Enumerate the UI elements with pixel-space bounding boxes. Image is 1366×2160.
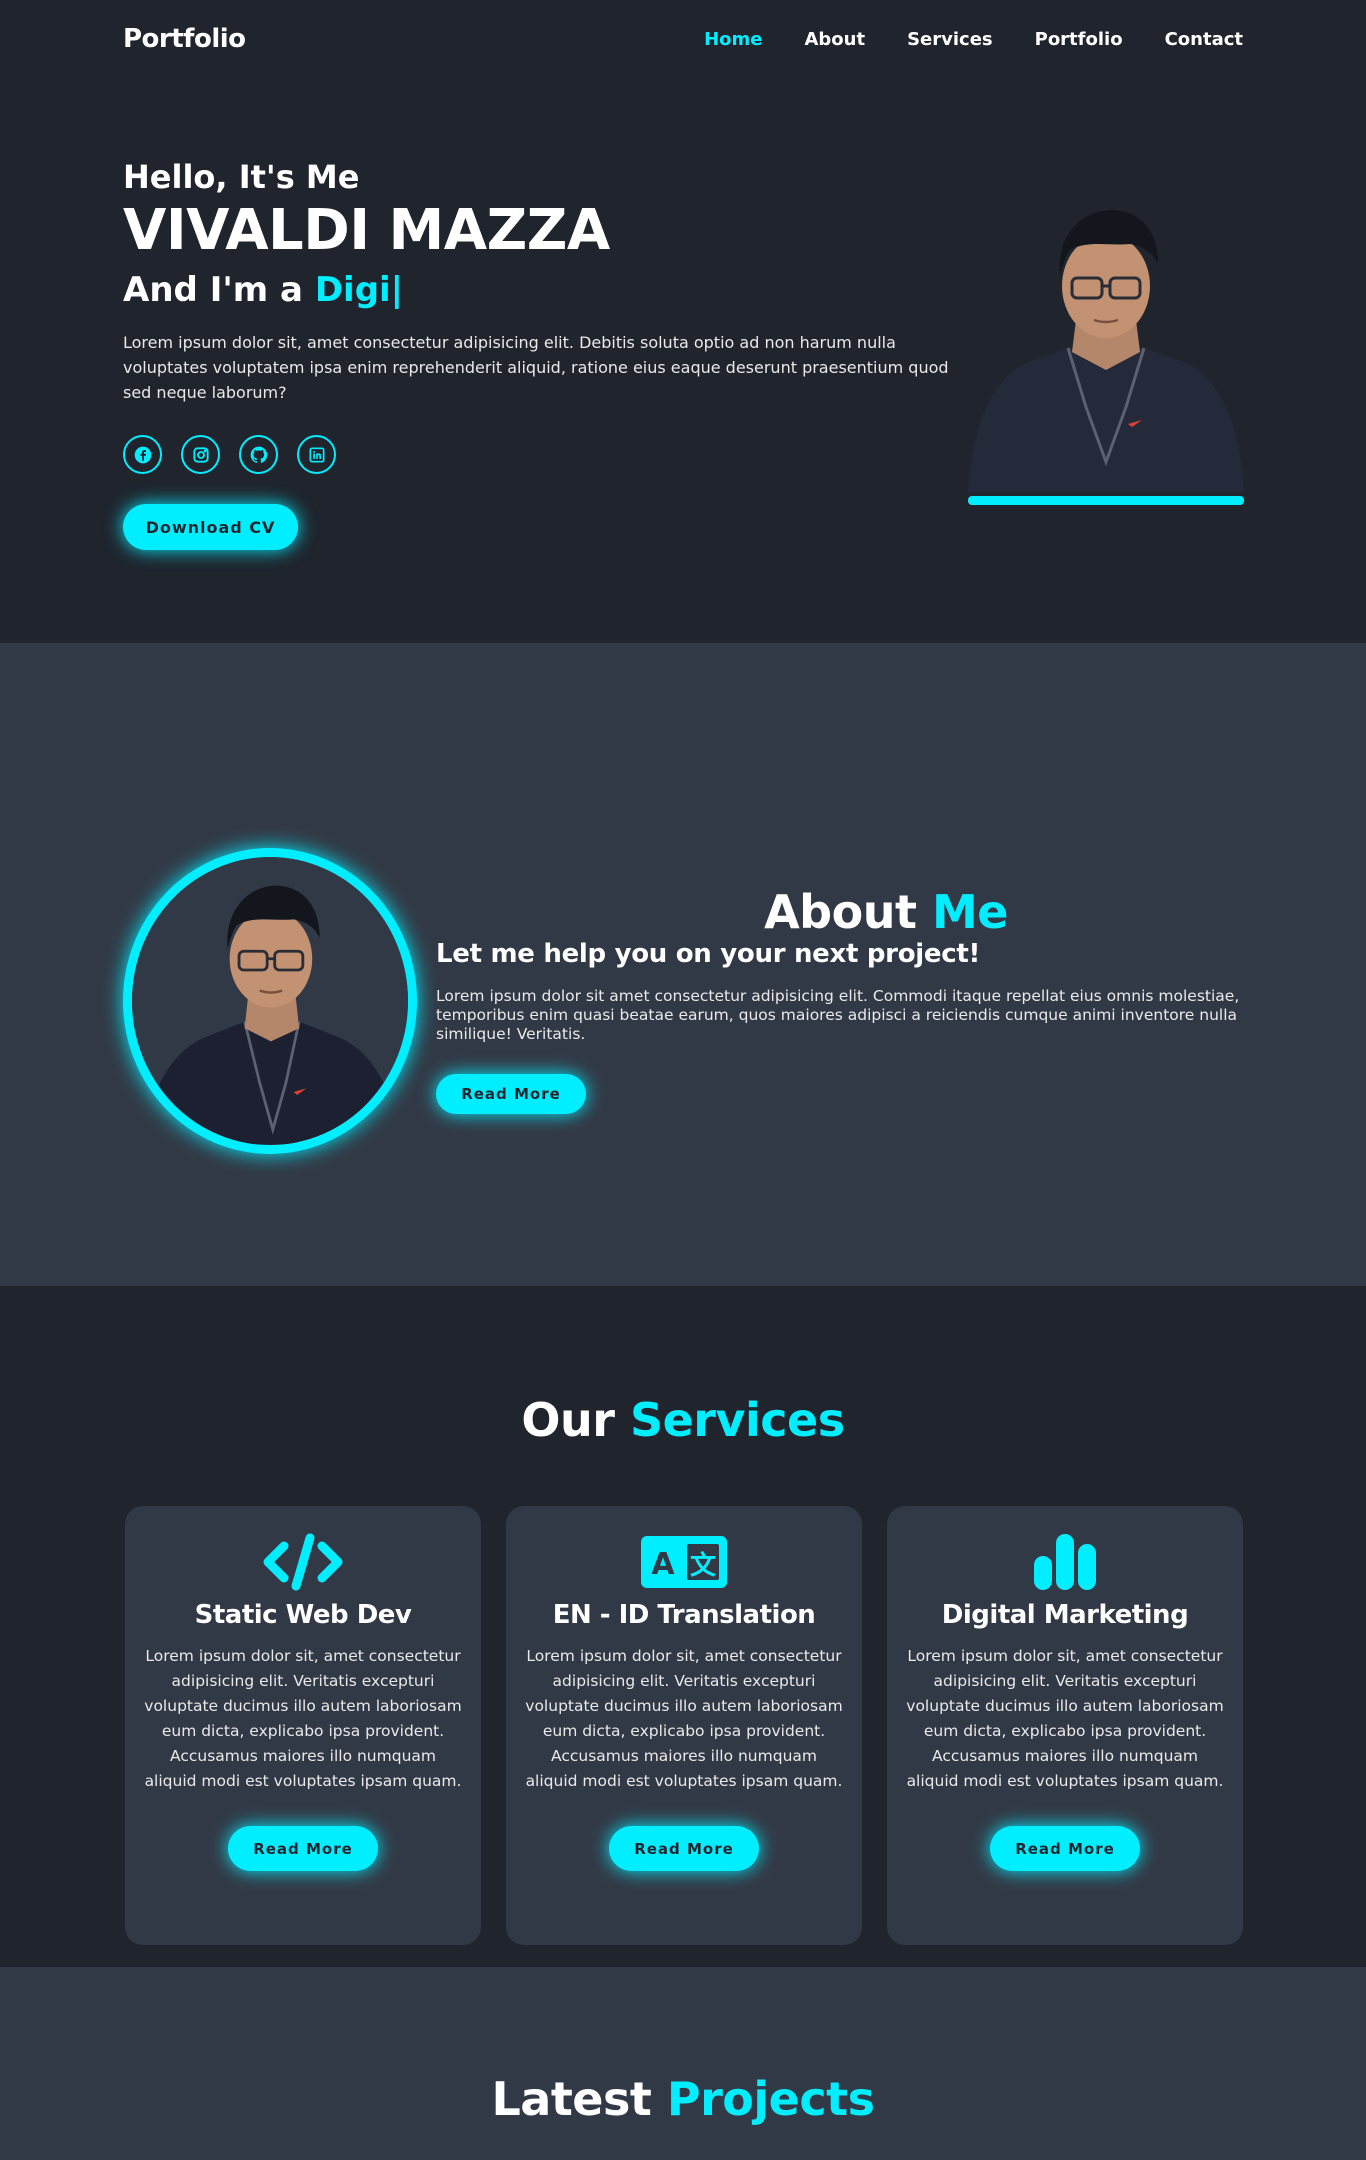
service-read-more-button[interactable]: Read More (609, 1826, 759, 1871)
translate-icon: A 文 (639, 1532, 729, 1592)
services-title-main: Our (521, 1393, 615, 1447)
hero-text: Lorem ipsum dolor sit, amet consectetur … (123, 333, 949, 403)
nav-services[interactable]: Services (907, 29, 993, 50)
about-section: About Me Let me help you on your next pr… (0, 643, 1366, 1286)
svg-text:A: A (651, 1547, 675, 1582)
projects-title: Latest Projects (0, 2072, 1366, 2126)
logo[interactable]: Portfolio (123, 24, 246, 54)
service-text: Lorem ipsum dolor sit, amet consectetur … (906, 1647, 1224, 1790)
about-portrait (123, 848, 417, 1154)
download-cv-button[interactable]: Download CV (123, 504, 298, 551)
about-subtitle: Let me help you on your next project! (436, 939, 981, 969)
linkedin-icon[interactable] (297, 435, 336, 475)
service-card: A 文 EN - ID Translation Lorem ipsum dolo… (506, 1506, 862, 1945)
about-read-more-button[interactable]: Read More (436, 1074, 586, 1114)
projects-title-main: Latest (491, 2072, 652, 2126)
service-read-more-button[interactable]: Read More (990, 1826, 1140, 1871)
role-prefix: And I'm a (123, 269, 303, 310)
projects-title-accent: Projects (666, 2072, 875, 2126)
home-content: Hello, It's Me VIVALDI MAZZA And I'm a D… (123, 158, 963, 551)
code-icon (258, 1532, 348, 1592)
nav-contact[interactable]: Contact (1165, 29, 1243, 50)
service-read-more-button[interactable]: Read More (228, 1826, 378, 1871)
service-title: EN - ID Translation (552, 1600, 816, 1630)
svg-text:文: 文 (690, 1550, 717, 1581)
bar-chart-icon (1020, 1532, 1110, 1592)
role-typed: Digi| (314, 269, 404, 310)
service-title: Digital Marketing (941, 1600, 1189, 1630)
projects-section: Latest Projects (0, 1967, 1366, 2160)
services-section: Our Services Static Web Dev Lorem ipsum … (0, 1286, 1366, 1967)
about-title-main: About (764, 885, 917, 939)
home-section: Hello, It's Me VIVALDI MAZZA And I'm a D… (0, 78, 1366, 643)
service-card: Digital Marketing Lorem ipsum dolor sit,… (887, 1506, 1243, 1945)
greeting: Hello, It's Me (123, 158, 360, 196)
hero-name: VIVALDI MAZZA (123, 198, 610, 264)
github-icon[interactable] (239, 435, 278, 475)
service-title: Static Web Dev (194, 1600, 412, 1630)
about-title-accent: Me (931, 885, 1008, 939)
hero-role: And I'm a Digi| (123, 268, 963, 312)
about-content: About Me Let me help you on your next pr… (436, 885, 1246, 1114)
social-links (123, 435, 963, 475)
about-title: About Me (436, 885, 1246, 939)
hero-portrait (968, 202, 1244, 505)
service-text: Lorem ipsum dolor sit, amet consectetur … (144, 1647, 462, 1790)
main-nav: Home About Services Portfolio Contact (704, 29, 1243, 50)
nav-home[interactable]: Home (704, 29, 762, 50)
site-header: Portfolio Home About Services Portfolio … (0, 0, 1366, 78)
instagram-icon[interactable] (181, 435, 220, 475)
service-text: Lorem ipsum dolor sit, amet consectetur … (525, 1647, 843, 1790)
about-text: Lorem ipsum dolor sit amet consectetur a… (436, 987, 1240, 1043)
nav-about[interactable]: About (804, 29, 865, 50)
nav-portfolio[interactable]: Portfolio (1035, 29, 1123, 50)
services-title: Our Services (0, 1393, 1366, 1447)
services-title-accent: Services (629, 1393, 845, 1447)
service-card: Static Web Dev Lorem ipsum dolor sit, am… (125, 1506, 481, 1945)
services-cards: Static Web Dev Lorem ipsum dolor sit, am… (125, 1506, 1243, 1945)
facebook-icon[interactable] (123, 435, 162, 475)
